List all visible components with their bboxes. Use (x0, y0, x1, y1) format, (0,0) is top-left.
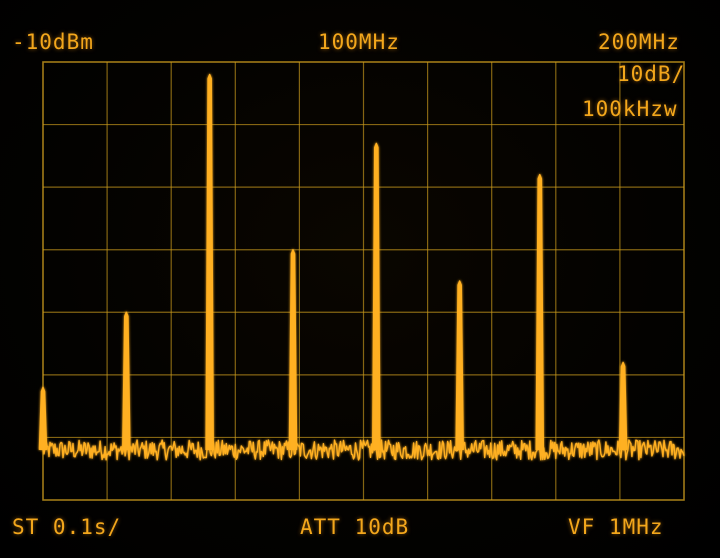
spectrum-peak-2 (205, 73, 214, 450)
spectrum-peak-1 (122, 311, 131, 450)
attenuation-label: ATT 10dB (300, 515, 410, 539)
spectrum-peak-3 (288, 249, 298, 450)
resolution-bandwidth-label: 100kHzw (582, 97, 678, 121)
graticule (42, 61, 685, 501)
scale-label: 10dB/ (617, 62, 686, 86)
reference-level-label: -10dBm (12, 30, 94, 54)
analyzer-screen: -10dBm 100MHz 200MHz 10dB/ 100kHzw ST 0.… (0, 0, 720, 558)
spectrum-peak-0 (38, 386, 48, 450)
spectrum-peak-6 (535, 173, 545, 450)
spectrum-peak-5 (455, 280, 464, 450)
spectrum-peak-4 (372, 142, 381, 450)
spectrum-trace (38, 73, 685, 461)
spectrum-peak-7 (618, 361, 628, 450)
span-label: 200MHz (598, 30, 680, 54)
spectrum-plot (38, 61, 685, 501)
video-filter-label: VF 1MHz (568, 515, 664, 539)
sweep-time-label: ST 0.1s/ (12, 515, 122, 539)
center-frequency-label: 100MHz (318, 30, 400, 54)
